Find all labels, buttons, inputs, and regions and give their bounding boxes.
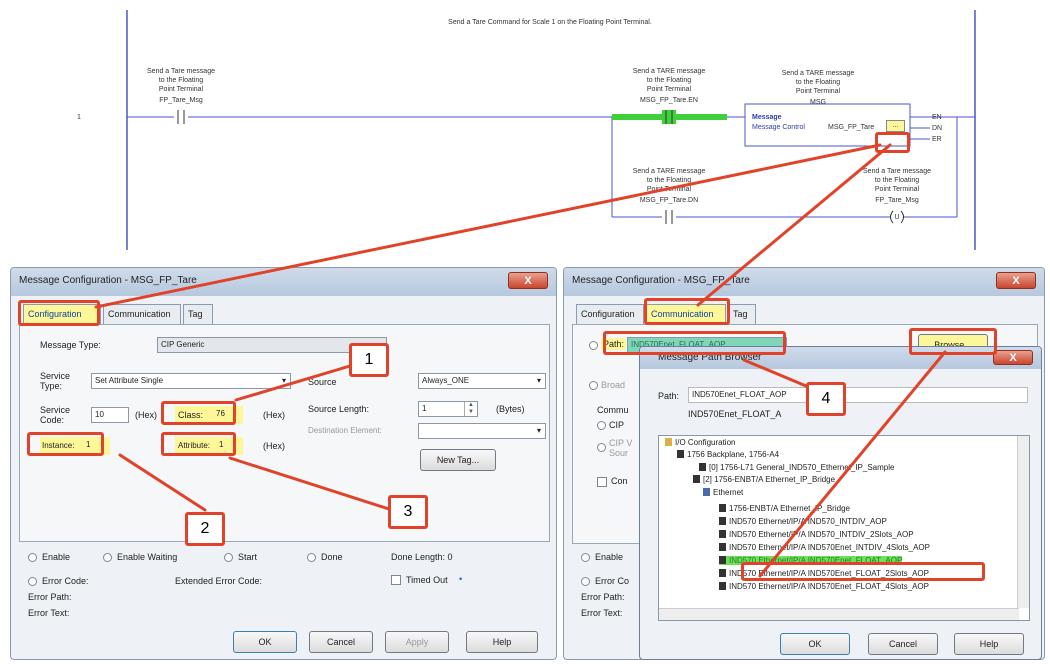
class-highlight-box: [161, 401, 236, 425]
attribute-highlight-box: [161, 432, 236, 456]
callout-1: 1: [349, 343, 389, 377]
callout-2: 2: [185, 512, 225, 546]
callout-4: 4: [806, 382, 846, 416]
callout-3: 3: [388, 495, 428, 529]
communication-tab-highlight: [644, 298, 730, 325]
ellipsis-highlight-box: [875, 132, 910, 153]
path-highlight-box: [603, 331, 786, 355]
selected-device-highlight-box: [741, 562, 985, 581]
configuration-tab-highlight: [18, 300, 100, 326]
instance-highlight-box: [27, 432, 104, 456]
browse-highlight-box: [909, 328, 997, 355]
